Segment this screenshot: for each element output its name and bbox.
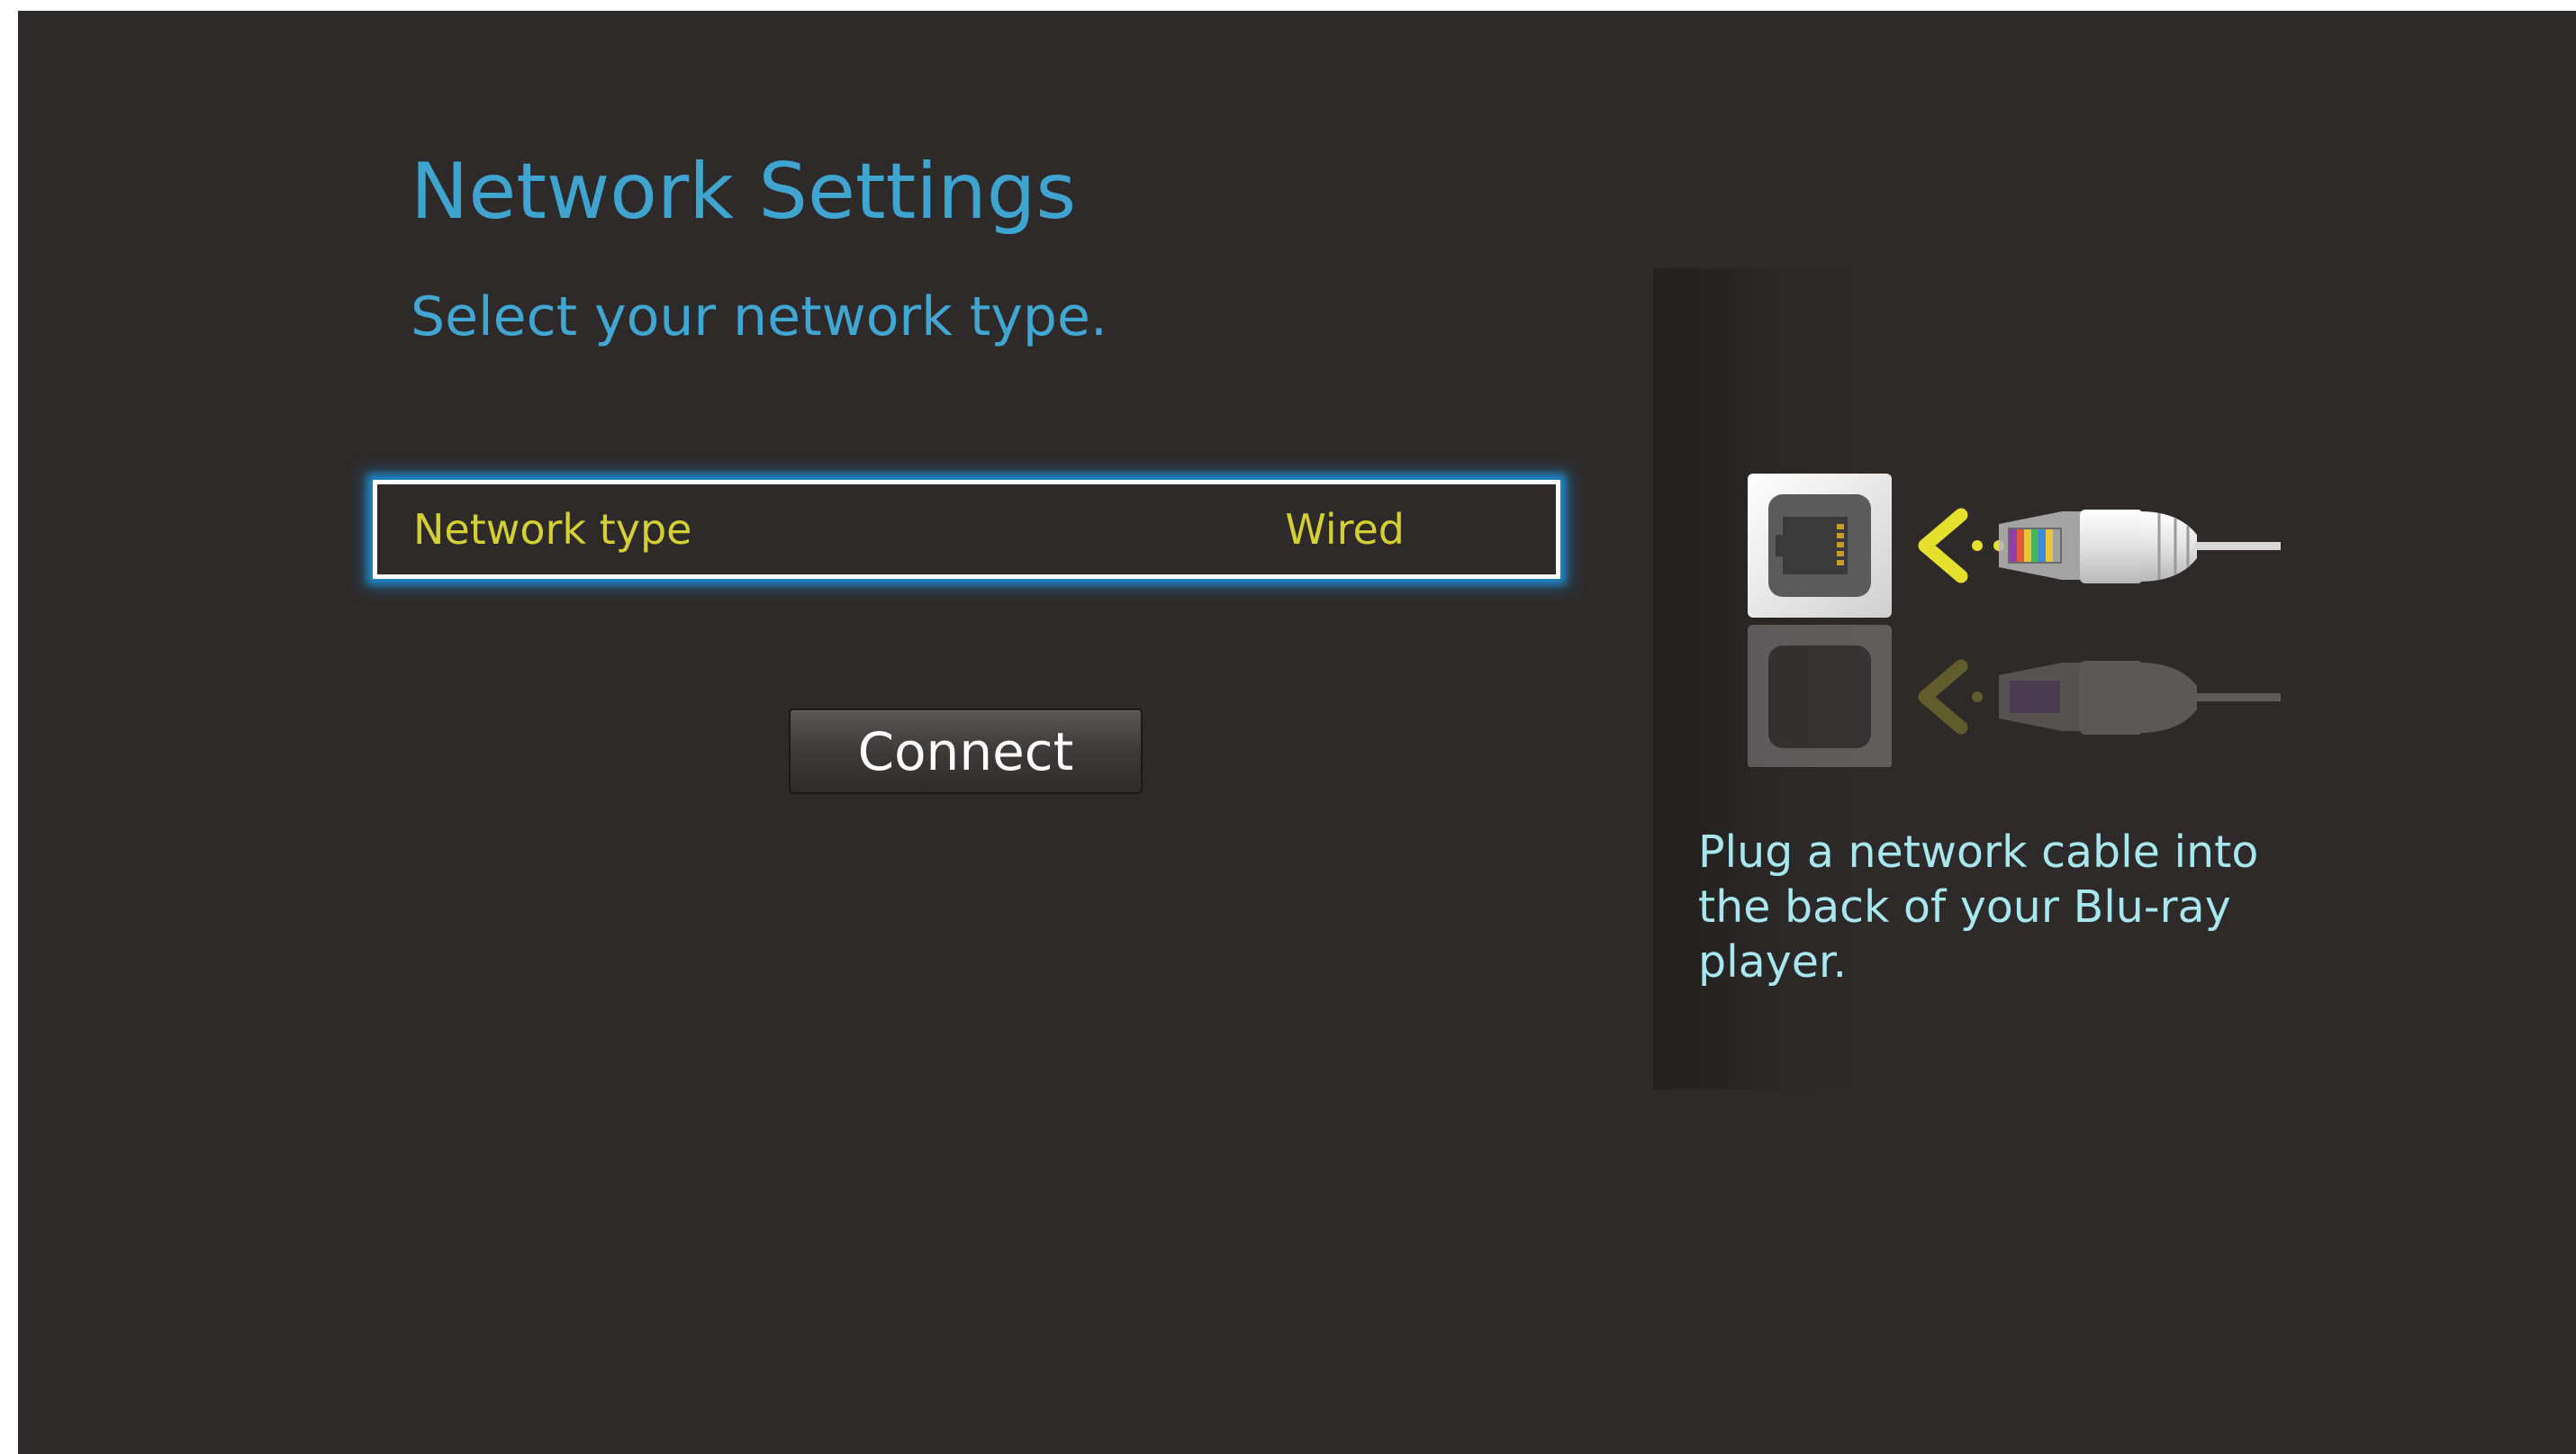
help-text: Plug a network cable into the back of yo… <box>1698 826 2259 988</box>
reflection <box>1748 625 2281 767</box>
ethernet-port-icon <box>1748 474 1892 618</box>
ethernet-plug-icon <box>1999 510 2281 583</box>
network-settings-screen: Network Settings Select your network typ… <box>18 11 2576 1454</box>
page-title: Network Settings <box>411 147 1077 237</box>
page-subtitle: Select your network type. <box>411 285 1107 348</box>
network-type-value: Wired <box>1285 505 1405 554</box>
network-cable-into-port-icon <box>1748 474 2281 767</box>
connect-button[interactable]: Connect <box>789 709 1143 794</box>
network-type-row[interactable]: Network type Wired <box>373 480 1560 579</box>
chevron-left-icon <box>1918 508 2004 583</box>
network-type-label: Network type <box>413 505 692 554</box>
